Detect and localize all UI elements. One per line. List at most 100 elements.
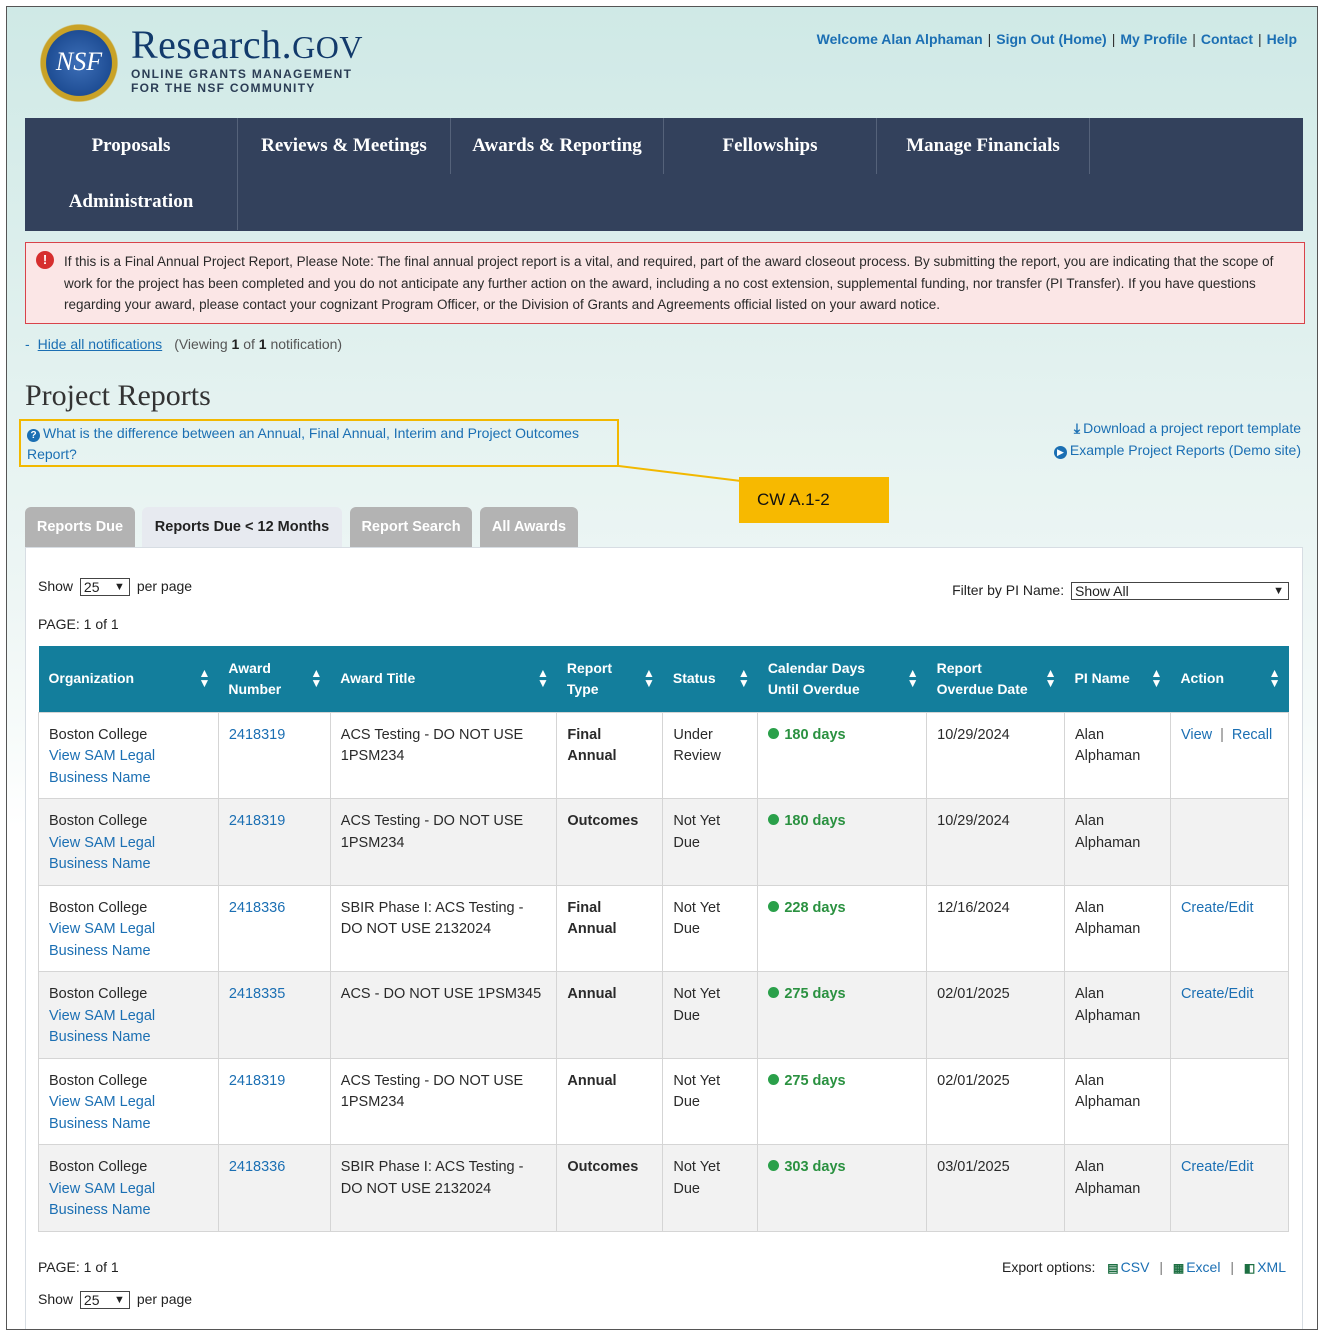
separator: | bbox=[1192, 31, 1196, 47]
per-page-value: 25 bbox=[83, 579, 100, 596]
sam-legal-name-link[interactable]: View SAM Legal Business Name bbox=[49, 835, 155, 873]
award-number-cell: 2418319 bbox=[217, 711, 331, 799]
welcome-user-link[interactable]: Welcome Alan Alphaman bbox=[817, 31, 983, 47]
overdue-date-cell: 02/01/2025 bbox=[926, 971, 1065, 1059]
days-value: 275 days bbox=[784, 1072, 846, 1089]
separator: | bbox=[1159, 1259, 1163, 1275]
status-cell: Not Yet Due bbox=[662, 1057, 759, 1145]
sort-icon[interactable]: ▲ ▼ bbox=[310, 667, 322, 689]
excel-file-icon: ▦ bbox=[1172, 1261, 1185, 1275]
contact-link[interactable]: Contact bbox=[1201, 31, 1253, 47]
sort-icon[interactable]: ▲ ▼ bbox=[1151, 667, 1163, 689]
column-header[interactable]: Status ▲ ▼ bbox=[662, 646, 758, 712]
page-title: Project Reports bbox=[25, 379, 211, 412]
collapse-icon[interactable]: - bbox=[25, 336, 30, 352]
nav-awards-reporting[interactable]: Awards & Reporting bbox=[451, 118, 664, 174]
excel-export-link[interactable]: Excel bbox=[1186, 1259, 1220, 1275]
page-label: PAGE: bbox=[38, 1259, 80, 1275]
column-header[interactable]: Report Overdue Date ▲ ▼ bbox=[926, 646, 1065, 712]
organization-name: Boston College bbox=[49, 726, 148, 743]
award-number-link[interactable]: 2418319 bbox=[229, 1073, 285, 1089]
table-row: Boston College View SAM Legal Business Na… bbox=[38, 884, 1290, 972]
nav-fellowships[interactable]: Fellowships bbox=[664, 118, 877, 174]
create-edit-link[interactable]: Create/Edit bbox=[1181, 1159, 1254, 1175]
days-until-overdue-cell: 180 days bbox=[757, 711, 928, 799]
csv-file-icon: ▤ bbox=[1107, 1261, 1119, 1275]
organization-cell: Boston College View SAM Legal Business Na… bbox=[38, 971, 219, 1059]
nsf-seal-logo[interactable]: NSF bbox=[37, 21, 121, 105]
tab-reports-due-12-months[interactable]: Reports Due < 12 Months bbox=[142, 507, 342, 547]
nav-reviews-meetings[interactable]: Reviews & Meetings bbox=[238, 118, 451, 174]
sort-icon[interactable]: ▲ ▼ bbox=[643, 667, 655, 689]
sam-legal-name-link[interactable]: View SAM Legal Business Name bbox=[49, 921, 155, 959]
seal-text: NSF bbox=[55, 47, 103, 76]
award-number-link[interactable]: 2418319 bbox=[229, 813, 285, 829]
pi-name-cell: Alan Alphaman bbox=[1064, 884, 1171, 972]
download-template-label: Download a project report template bbox=[1083, 420, 1301, 436]
report-type-cell: Annual bbox=[556, 971, 664, 1059]
organization-name: Boston College bbox=[49, 986, 148, 1002]
award-title-cell: ACS - DO NOT USE 1PSM345 bbox=[329, 971, 558, 1059]
column-header[interactable]: Award Number ▲ ▼ bbox=[218, 646, 331, 712]
download-template-link[interactable]: ⤓ Download a project report template bbox=[1054, 417, 1301, 439]
project-reports-table: Organization ▲ ▼ Award Number ▲ ▼ Award Titl… bbox=[38, 646, 1290, 1232]
sort-icon[interactable]: ▲ ▼ bbox=[738, 667, 750, 689]
per-page-control-top: Show 25 ▼ per page bbox=[38, 578, 192, 597]
tab-report-search[interactable]: Report Search bbox=[350, 507, 472, 547]
export-csv[interactable]: ▤ CSV bbox=[1107, 1259, 1149, 1275]
sort-icon[interactable]: ▲ ▼ bbox=[1269, 667, 1281, 689]
logo-title-gov: GOV bbox=[292, 29, 363, 65]
sort-icon[interactable]: ▲ ▼ bbox=[1045, 667, 1057, 689]
pi-filter: Filter by PI Name: Show All ▼ bbox=[952, 582, 1292, 601]
xml-export-link[interactable]: XML bbox=[1257, 1259, 1286, 1275]
nav-proposals[interactable]: Proposals bbox=[25, 118, 238, 174]
create-edit-link[interactable]: Create/Edit bbox=[1181, 986, 1254, 1002]
sam-legal-name-link[interactable]: View SAM Legal Business Name bbox=[49, 748, 155, 786]
column-header[interactable]: Calendar Days Until Overdue ▲ ▼ bbox=[757, 646, 927, 712]
tab-all-awards[interactable]: All Awards bbox=[480, 507, 578, 547]
sort-icon[interactable]: ▲ ▼ bbox=[198, 667, 210, 689]
help-link[interactable]: Help bbox=[1267, 31, 1297, 47]
per-page-value: 25 bbox=[83, 1292, 100, 1309]
column-header[interactable]: Action ▲ ▼ bbox=[1170, 646, 1289, 712]
per-page-select[interactable]: 25 ▼ bbox=[79, 578, 130, 597]
pi-filter-select[interactable]: Show All ▼ bbox=[1071, 582, 1289, 601]
per-page-select[interactable]: 25 ▼ bbox=[79, 1291, 130, 1310]
recall-report-link[interactable]: Recall bbox=[1232, 727, 1272, 743]
export-xml[interactable]: ◧ XML bbox=[1244, 1259, 1286, 1275]
nav-manage-financials[interactable]: Manage Financials bbox=[877, 118, 1090, 174]
tab-reports-due[interactable]: Reports Due bbox=[25, 507, 135, 547]
nav-administration[interactable]: Administration bbox=[25, 174, 238, 230]
column-header[interactable]: Organization ▲ ▼ bbox=[38, 646, 219, 712]
status-dot-icon bbox=[768, 1073, 780, 1085]
days-until-overdue-cell: 275 days bbox=[757, 1057, 928, 1145]
sam-legal-name-link[interactable]: View SAM Legal Business Name bbox=[49, 1008, 155, 1046]
sam-legal-name-link[interactable]: View SAM Legal Business Name bbox=[49, 1094, 155, 1132]
view-report-link[interactable]: View bbox=[1181, 727, 1212, 743]
award-number-link[interactable]: 2418335 bbox=[229, 986, 285, 1002]
column-header[interactable]: Report Type ▲ ▼ bbox=[556, 646, 663, 712]
create-edit-link[interactable]: Create/Edit bbox=[1181, 900, 1254, 916]
days-value: 303 days bbox=[784, 1159, 846, 1175]
sort-icon[interactable]: ▲ ▼ bbox=[907, 667, 919, 689]
site-logo-title[interactable]: Research.GOV bbox=[131, 21, 363, 68]
example-reports-label: Example Project Reports (Demo site) bbox=[1069, 442, 1301, 458]
export-excel[interactable]: ▦ Excel bbox=[1173, 1259, 1221, 1275]
organization-name: Boston College bbox=[49, 813, 148, 829]
organization-cell: Boston College View SAM Legal Business Na… bbox=[38, 1057, 219, 1145]
sam-legal-name-link[interactable]: View SAM Legal Business Name bbox=[49, 1181, 155, 1219]
example-reports-link[interactable]: ▶ Example Project Reports (Demo site) bbox=[1053, 439, 1301, 461]
award-number-link[interactable]: 2418336 bbox=[229, 900, 285, 916]
award-number-link[interactable]: 2418336 bbox=[229, 1159, 285, 1175]
my-profile-link[interactable]: My Profile bbox=[1120, 31, 1187, 47]
viewing-suffix: notification) bbox=[266, 336, 343, 352]
sign-out-link[interactable]: Sign Out (Home) bbox=[996, 31, 1106, 47]
award-number-link[interactable]: 2418319 bbox=[229, 727, 285, 743]
csv-export-link[interactable]: CSV bbox=[1121, 1259, 1150, 1275]
report-difference-help[interactable]: ? What is the difference between an Annua… bbox=[19, 419, 619, 467]
column-header[interactable]: PI Name ▲ ▼ bbox=[1064, 646, 1171, 712]
hide-notifications-link[interactable]: Hide all notifications bbox=[38, 336, 163, 352]
report-difference-link[interactable]: What is the difference between an Annual… bbox=[27, 425, 579, 462]
sort-icon[interactable]: ▲ ▼ bbox=[537, 667, 549, 689]
column-header[interactable]: Award Title ▲ ▼ bbox=[330, 646, 557, 712]
